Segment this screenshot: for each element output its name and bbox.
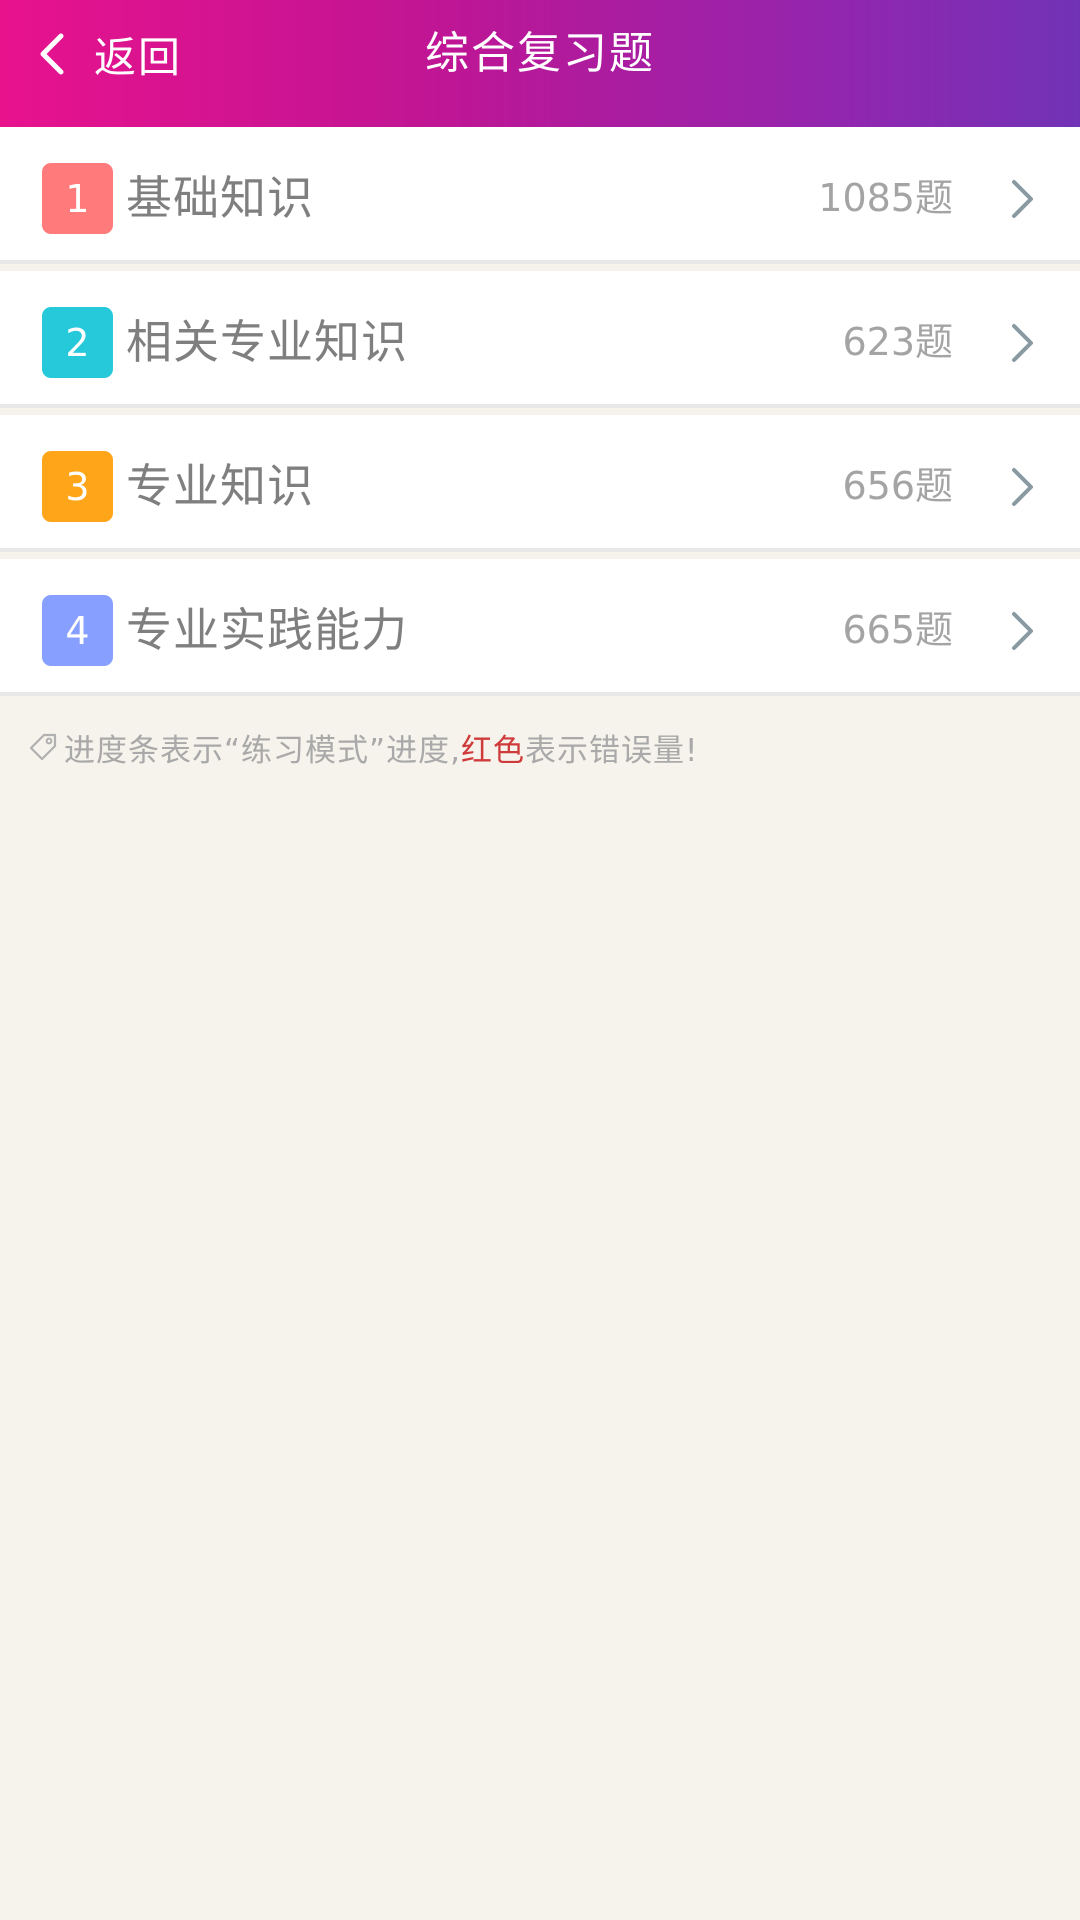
item-number-badge: 3 [42,451,113,522]
list-item[interactable]: 3 专业知识 656题 [0,415,1080,548]
category-list: 1 基础知识 1085题 2 相关专业知识 623题 3 专业知识 656题 4… [0,127,1080,703]
tip-highlight: 红色 [460,732,525,769]
tip-text-end: 表示错误量! [524,732,699,769]
item-count: 1085题 [818,176,953,220]
tag-icon [28,731,60,763]
item-count: 665题 [842,608,953,652]
item-count: 656题 [842,464,953,508]
item-name: 基础知识 [126,171,314,225]
chevron-right-icon [1008,466,1038,508]
chevron-right-icon [1008,322,1038,364]
item-name: 专业知识 [126,459,314,513]
chevron-right-icon [1008,610,1038,652]
progress-tip: 进度条表示“练习模式”进度, 红色 表示错误量! [28,722,698,772]
list-item[interactable]: 1 基础知识 1085题 [0,127,1080,260]
item-name: 相关专业知识 [126,315,408,369]
list-item[interactable]: 4 专业实践能力 665题 [0,559,1080,692]
item-name: 专业实践能力 [126,603,408,657]
item-number-badge: 4 [42,595,113,666]
list-item[interactable]: 2 相关专业知识 623题 [0,271,1080,404]
header-bar: 返回 综合复习题 [0,0,1080,127]
tip-text: 进度条表示“练习模式”进度, [64,732,461,769]
chevron-right-icon [1008,178,1038,220]
item-number-badge: 2 [42,307,113,378]
page-title: 综合复习题 [425,28,655,79]
item-number-badge: 1 [42,163,113,234]
item-count: 623题 [842,320,953,364]
